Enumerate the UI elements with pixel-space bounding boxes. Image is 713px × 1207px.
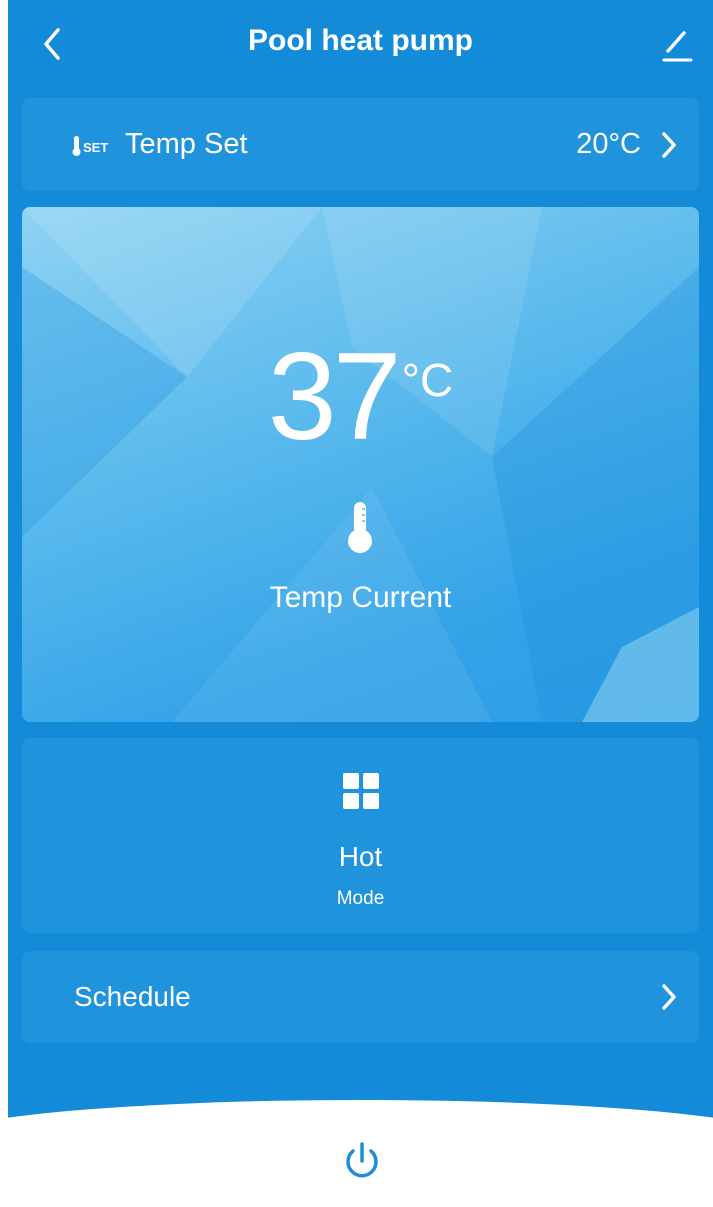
mode-value: Hot xyxy=(338,841,383,872)
temp-set-value: 20°C xyxy=(576,128,641,160)
temp-set-label: Temp Set xyxy=(125,128,248,160)
page-title: Pool heat pump xyxy=(248,24,473,57)
power-button[interactable] xyxy=(338,1136,386,1184)
grid-icon xyxy=(343,773,379,809)
chevron-right-icon xyxy=(662,984,676,1010)
mode-card[interactable]: Hot Mode xyxy=(22,738,699,933)
chevron-right-icon xyxy=(662,132,676,158)
schedule-label: Schedule xyxy=(74,981,191,1012)
current-temp-value: 37 xyxy=(267,328,402,466)
schedule-row[interactable]: Schedule xyxy=(22,951,699,1043)
main-panel: Pool heat pump SET Temp Set 20°C 37°C Te… xyxy=(8,0,713,1135)
current-temp-unit: °C xyxy=(401,354,454,406)
set-badge: SET xyxy=(83,140,108,155)
edit-button[interactable] xyxy=(655,22,699,66)
current-temp-display: 37°C xyxy=(22,335,699,459)
thermometer-icon xyxy=(348,502,372,553)
current-temp-card: 37°C Temp Current xyxy=(22,207,699,722)
thermometer-set-icon: SET xyxy=(72,136,108,156)
app-screen: Pool heat pump SET Temp Set 20°C 37°C Te… xyxy=(8,0,713,1207)
mode-label: Mode xyxy=(336,888,385,909)
current-temp-label: Temp Current xyxy=(269,581,452,614)
pencil-icon xyxy=(662,31,693,62)
header-bar: Pool heat pump xyxy=(8,0,713,90)
power-icon xyxy=(346,1142,378,1178)
temp-set-row[interactable]: SET Temp Set 20°C xyxy=(22,98,699,191)
